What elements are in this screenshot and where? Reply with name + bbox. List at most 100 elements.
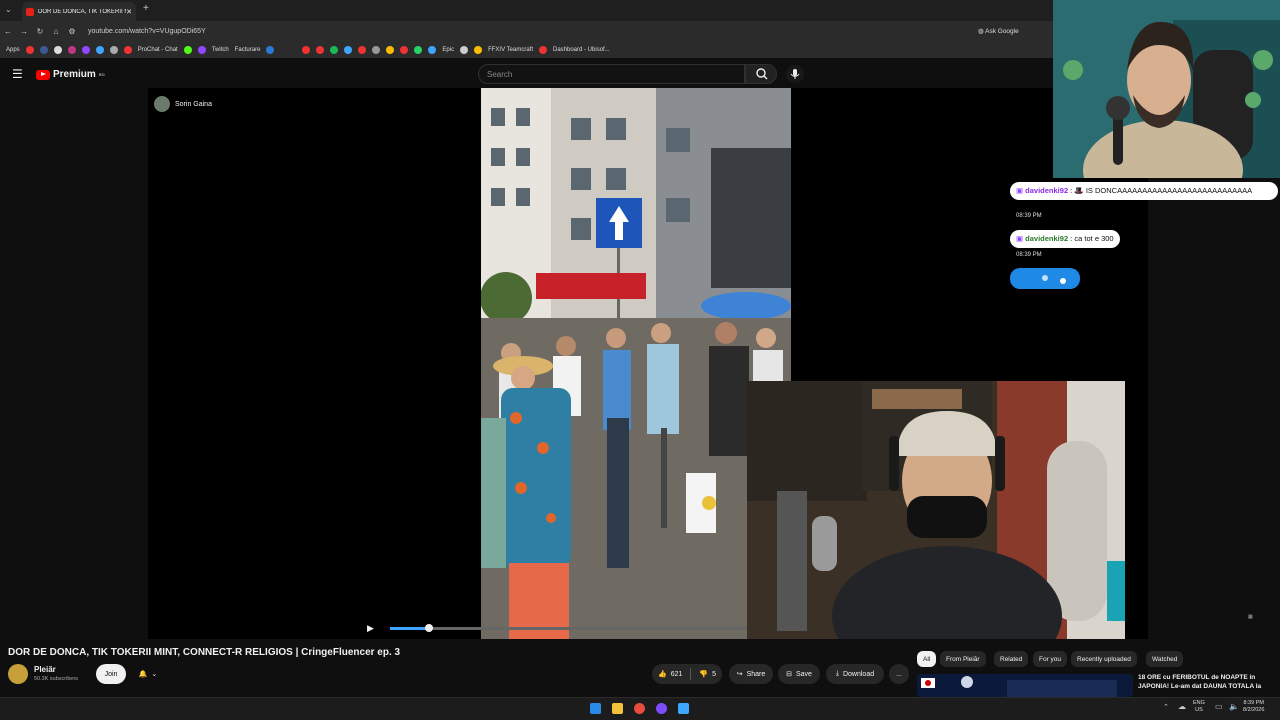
bookmark-icon[interactable] [460, 45, 469, 54]
join-button[interactable]: Join [96, 664, 126, 684]
windows-start-icon[interactable] [590, 703, 601, 714]
bookmark-icon[interactable] [344, 45, 353, 54]
app-icon[interactable] [678, 703, 689, 714]
channel-avatar[interactable] [8, 664, 28, 684]
bookmark-icon[interactable] [400, 45, 409, 54]
thumbs-up-icon[interactable]: 👍 [658, 670, 667, 678]
cloud-icon[interactable]: ☁ [1178, 702, 1186, 711]
thumbs-down-icon[interactable]: 👎 [699, 670, 708, 678]
bookmark-icon: ⊟ [786, 671, 792, 678]
save-label: Save [795, 670, 812, 678]
subscriber-count: 50.3K subscribers [34, 676, 79, 682]
chip-related[interactable]: Related [994, 651, 1029, 667]
dislike-count[interactable]: 5 [712, 671, 716, 678]
bookmark-icon[interactable] [474, 45, 483, 54]
search-placeholder: Search [487, 70, 513, 79]
share-button[interactable]: ↪ Share [729, 664, 773, 684]
bookmark-ubisoft[interactable]: Dashboard - Ubisof... [553, 47, 610, 53]
tab-active[interactable]: DOR DE DONCA, TIK TOKERII M... ✕ [22, 2, 136, 21]
save-button[interactable]: ⊟ Save [778, 664, 820, 684]
tab-list-icon[interactable]: ⌄ [5, 5, 12, 14]
chat-timestamp: 08:39 PM [1016, 213, 1042, 219]
bookmark-icon[interactable] [95, 45, 104, 54]
chat-message: ▣ davidenki92 : ca tot e 300 [1010, 230, 1120, 248]
bookmark-facturare[interactable]: Facturare [235, 47, 261, 53]
bookmark-icon[interactable] [266, 45, 275, 54]
notifications-button[interactable]: 🔔 ⌄ [131, 664, 165, 684]
bookmark-twitch[interactable]: Twitch [212, 47, 229, 53]
bookmark-icon[interactable] [81, 45, 90, 54]
voice-search-button[interactable] [786, 65, 804, 83]
progress-scrubber-handle[interactable] [425, 624, 433, 632]
twitch-badge-icon: ▣ [1016, 234, 1026, 243]
chip-from-channel[interactable]: From Pleiăr [940, 651, 986, 667]
streamer-webcam-main [747, 381, 1125, 639]
hamburger-menu-icon[interactable]: ☰ [12, 67, 23, 81]
bookmark-icon[interactable] [53, 45, 62, 54]
tab-title: DOR DE DONCA, TIK TOKERII M... [38, 8, 127, 15]
file-explorer-icon[interactable] [612, 703, 623, 714]
bookmark-icon[interactable] [386, 45, 395, 54]
language-indicator[interactable]: ENG US [1193, 700, 1205, 714]
video-frame[interactable] [481, 88, 791, 639]
bookmark-ffxiv[interactable]: FFXIV Teamcraft [488, 47, 533, 53]
bookmark-icon[interactable] [109, 45, 118, 54]
chat-text: ca tot e 300 [1074, 234, 1114, 243]
bookmark-icon[interactable] [67, 45, 76, 54]
like-count[interactable]: 621 [671, 671, 683, 678]
bookmark-icon[interactable] [302, 45, 311, 54]
network-icon[interactable]: ▭ [1215, 702, 1223, 711]
clock[interactable]: 8:39 PM 8/2/2026 [1243, 700, 1264, 714]
back-icon[interactable]: ← [0, 27, 16, 36]
recommendation-thumbnail[interactable] [917, 674, 1133, 697]
site-info-icon[interactable]: ⚙ [64, 27, 80, 36]
tray-overflow-icon[interactable]: ⌃ [1163, 703, 1169, 711]
share-icon: ↪ [736, 671, 743, 678]
channel-name[interactable]: Pleiăr [34, 665, 56, 674]
typing-indicator [1010, 268, 1080, 289]
address-bar: ← → ↻ ⌂ ⚙ youtube.com/watch?v=VUgupODi65… [0, 21, 1053, 41]
video-channel-overlay[interactable]: Sorin Gaina [154, 96, 212, 112]
download-button[interactable]: ⤓ Download [826, 664, 884, 684]
forward-icon[interactable]: → [16, 27, 32, 36]
play-icon[interactable]: ▶ [367, 623, 374, 634]
youtube-logo[interactable]: Premium RO [36, 69, 105, 80]
chip-watched[interactable]: Watched [1146, 651, 1184, 667]
bookmark-icon[interactable] [372, 45, 381, 54]
twitch-icon[interactable] [197, 45, 206, 54]
bookmark-icon[interactable] [428, 45, 437, 54]
bookmark-icon[interactable] [330, 45, 339, 54]
chrome-icon[interactable] [634, 703, 645, 714]
close-tab-icon[interactable]: ✕ [126, 8, 132, 16]
ask-google-button[interactable]: ◍ Ask Google [978, 27, 1019, 35]
bookmark-icon[interactable] [539, 45, 547, 54]
progress-bar-fill [390, 627, 429, 630]
search-button[interactable] [745, 64, 777, 84]
bookmark-icon[interactable] [123, 45, 132, 54]
bookmark-prochat[interactable]: ProChat - Chat [138, 47, 178, 53]
volume-icon[interactable]: 🔈 [1229, 702, 1239, 711]
chat-message: ▣ davidenki92 : 🎩 IS DONCAAAAAAAAAAAAAAA… [1010, 182, 1278, 200]
bookmark-apps[interactable]: Apps [6, 47, 20, 53]
chip-all[interactable]: All [917, 651, 937, 667]
url-field[interactable]: youtube.com/watch?v=VUgupODi65Y [88, 28, 206, 35]
kick-icon[interactable] [183, 45, 192, 54]
chip-recently-uploaded[interactable]: Recently uploaded [1071, 651, 1137, 667]
new-tab-icon[interactable]: + [143, 3, 149, 14]
bookmark-icon[interactable] [316, 45, 325, 54]
recommendation-title[interactable]: 18 ORE cu FERIBOTUL de NOAPTE in JAPONIA… [1138, 673, 1274, 697]
search-input[interactable]: Search [478, 64, 745, 84]
bookmark-epic[interactable]: Epic [442, 47, 454, 53]
more-actions-button[interactable]: ... [889, 664, 909, 684]
home-icon[interactable]: ⌂ [48, 27, 64, 36]
watermark-icon: ▦ [1248, 614, 1253, 620]
progress-bar[interactable] [390, 627, 747, 630]
bookmark-icon[interactable] [358, 45, 367, 54]
download-icon: ⤓ [835, 670, 839, 677]
app-icon[interactable] [656, 703, 667, 714]
reload-icon[interactable]: ↻ [32, 27, 48, 36]
bookmark-icon[interactable] [39, 45, 48, 54]
bookmark-icon[interactable] [25, 45, 34, 54]
chip-for-you[interactable]: For you [1033, 651, 1068, 667]
bookmark-icon[interactable] [414, 45, 423, 54]
